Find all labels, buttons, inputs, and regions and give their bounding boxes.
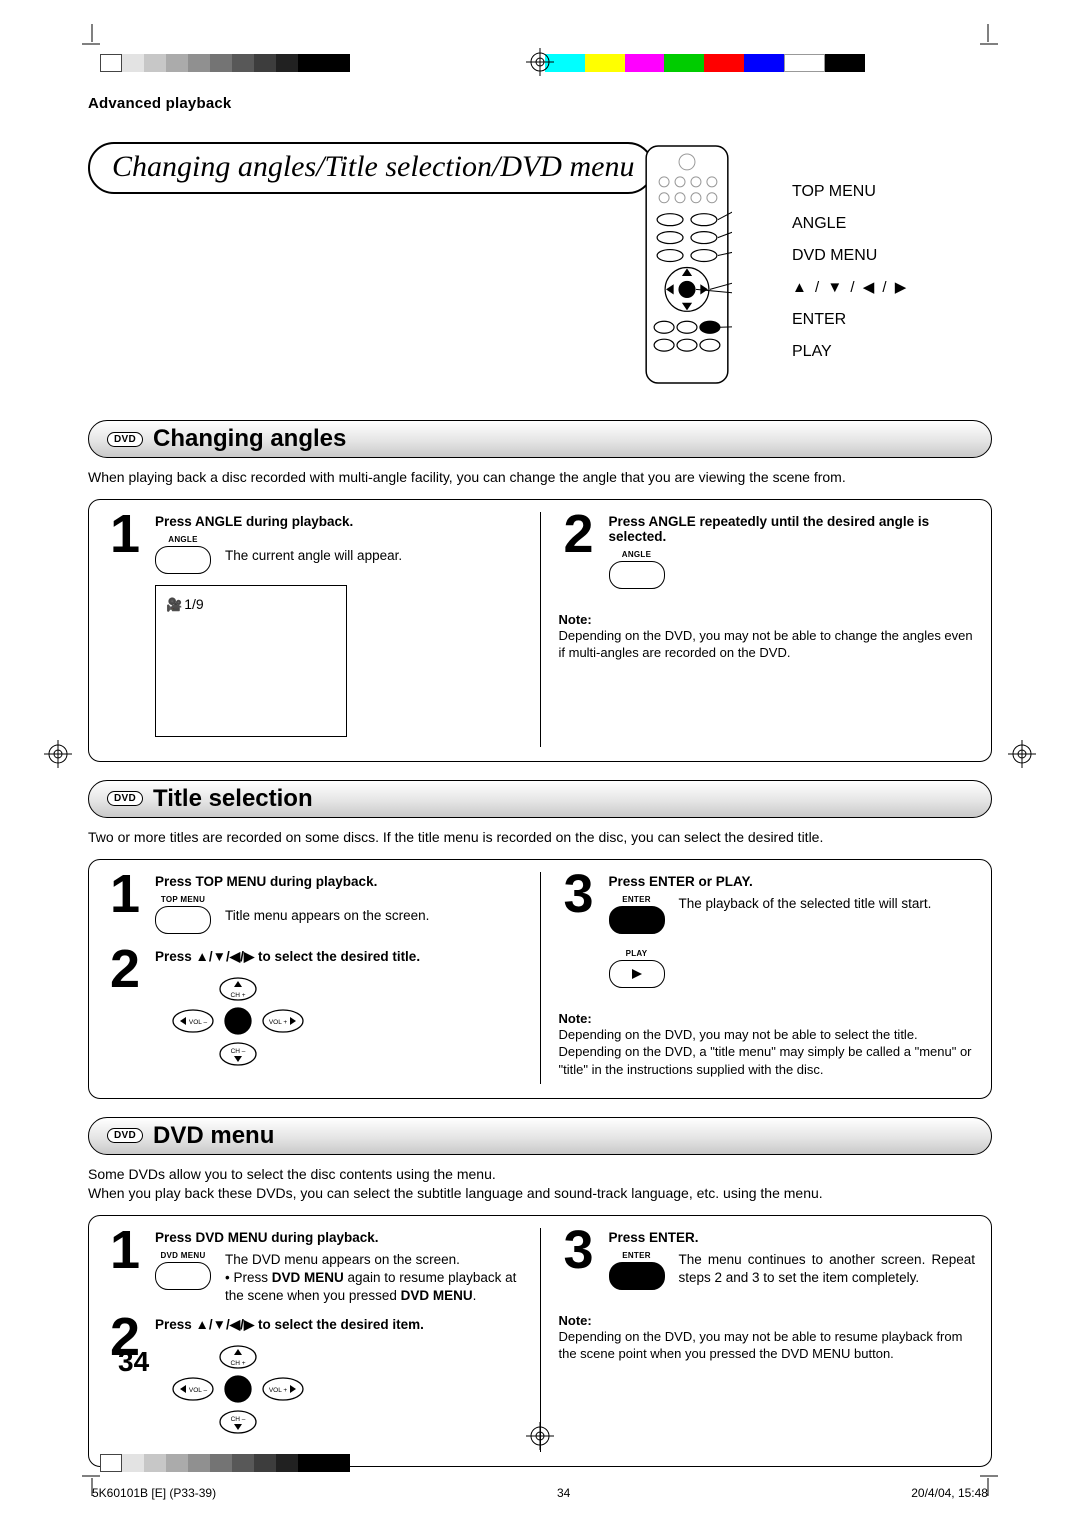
step-number: 3 xyxy=(559,1228,599,1293)
footer-page: 34 xyxy=(557,1486,570,1500)
dpad-icon: CH + CH – VOL – VOL + xyxy=(163,1337,313,1442)
section-title: Title selection xyxy=(153,785,313,813)
section-heading: DVD Title selection xyxy=(88,780,992,818)
step-number: 2 xyxy=(105,1315,145,1442)
step-text: The playback of the selected title will … xyxy=(679,895,932,913)
svg-text:CH –: CH – xyxy=(231,1048,246,1055)
step-title: Press TOP MENU during playback. xyxy=(155,874,522,889)
crop-mark-icon xyxy=(980,24,1008,52)
steps-box: 1 Press ANGLE during playback. ANGLE The… xyxy=(88,499,992,762)
section-heading: DVD DVD menu xyxy=(88,1117,992,1155)
enter-button-icon: ENTER xyxy=(609,895,665,937)
page-number: 34 xyxy=(118,1346,149,1378)
registration-mark-icon xyxy=(526,48,554,76)
remote-label: PLAY xyxy=(792,340,908,364)
on-screen-display: 1/9 xyxy=(155,585,347,737)
footer-timestamp: 20/4/04, 15:48 xyxy=(911,1486,988,1500)
note-heading: Note: xyxy=(559,1313,976,1328)
crop-mark-icon xyxy=(72,24,100,52)
color-swatch xyxy=(545,54,865,72)
angle-button-icon: ANGLE xyxy=(609,550,665,592)
section-heading: DVD Changing angles xyxy=(88,420,992,458)
svg-text:CH +: CH + xyxy=(231,992,246,999)
step-title: Press ANGLE repeatedly until the desired… xyxy=(609,514,976,544)
section-title: DVD menu xyxy=(153,1122,274,1150)
remote-label: TOP MENU xyxy=(792,180,908,204)
step-text: Title menu appears on the screen. xyxy=(225,907,429,925)
note-heading: Note: xyxy=(559,1011,976,1026)
step-title: Press ENTER. xyxy=(609,1230,976,1245)
remote-label: DVD MENU xyxy=(792,244,908,268)
svg-text:CH –: CH – xyxy=(231,1416,246,1423)
remote-label: ENTER xyxy=(792,308,908,332)
remote-control-icon xyxy=(642,142,732,387)
print-footer: 5K60101B [E] (P33-39) 34 20/4/04, 15:48 xyxy=(92,1486,988,1500)
enter-button-icon: ENTER xyxy=(609,1251,665,1293)
step-text: The DVD menu appears on the screen. • Pr… xyxy=(225,1251,522,1306)
grayscale-swatch xyxy=(100,54,350,72)
svg-text:VOL –: VOL – xyxy=(189,1387,208,1394)
step-number: 3 xyxy=(559,872,599,991)
section-intro: Two or more titles are recorded on some … xyxy=(88,828,992,847)
step-number: 1 xyxy=(105,1228,145,1306)
svg-text:VOL +: VOL + xyxy=(269,1019,288,1026)
svg-text:CH +: CH + xyxy=(231,1360,246,1367)
dvd-badge: DVD xyxy=(107,791,143,806)
step-title: Press DVD MENU during playback. xyxy=(155,1230,522,1245)
steps-box: 1 Press TOP MENU during playback. TOP ME… xyxy=(88,859,992,1099)
step-title: Press ENTER or PLAY. xyxy=(609,874,976,889)
note-text: Depending on the DVD, you may not be abl… xyxy=(559,1026,976,1079)
section-dvd-menu: DVD DVD menu Some DVDs allow you to sele… xyxy=(88,1117,992,1467)
section-title: Changing angles xyxy=(153,425,346,453)
step-text: The current angle will appear. xyxy=(225,547,402,565)
remote-label: ▲ / ▼ / ◀ / ▶ xyxy=(792,276,908,300)
note-text: Depending on the DVD, you may not be abl… xyxy=(559,1328,976,1363)
angle-button-icon: ANGLE xyxy=(155,535,211,577)
step-number: 1 xyxy=(105,512,145,737)
step-number: 2 xyxy=(559,512,599,592)
note-heading: Note: xyxy=(559,612,976,627)
step-number: 1 xyxy=(105,872,145,937)
section-changing-angles: DVD Changing angles When playing back a … xyxy=(88,420,992,762)
grayscale-swatch xyxy=(100,1454,350,1472)
steps-box: 1 Press DVD MENU during playback. DVD ME… xyxy=(88,1215,992,1468)
registration-mark-icon xyxy=(44,740,72,768)
svg-text:VOL –: VOL – xyxy=(189,1019,208,1026)
page-content: Advanced playback Changing angles/Title … xyxy=(88,95,992,1428)
footer-filename: 5K60101B [E] (P33-39) xyxy=(92,1486,216,1500)
angle-indicator: 1/9 xyxy=(166,596,204,613)
dvd-menu-button-icon: DVD MENU xyxy=(155,1251,211,1293)
registration-mark-icon xyxy=(1008,740,1036,768)
page-title: Changing angles/Title selection/DVD menu xyxy=(88,142,654,194)
section-intro: Some DVDs allow you to select the disc c… xyxy=(88,1165,992,1203)
step-title: Press ANGLE during playback. xyxy=(155,514,522,529)
section-intro: When playing back a disc recorded with m… xyxy=(88,468,992,487)
step-number: 2 xyxy=(105,947,145,1074)
note-text: Depending on the DVD, you may not be abl… xyxy=(559,627,976,662)
dvd-badge: DVD xyxy=(107,1128,143,1143)
section-title-selection: DVD Title selection Two or more titles a… xyxy=(88,780,992,1099)
svg-text:VOL +: VOL + xyxy=(269,1387,288,1394)
play-button-icon: PLAY xyxy=(609,949,665,991)
step-title: Press ▲/▼/◀/▶ to select the desired titl… xyxy=(155,949,522,965)
section-header: Advanced playback xyxy=(88,95,992,112)
step-text: The menu continues to another screen. Re… xyxy=(679,1251,976,1287)
top-menu-button-icon: TOP MENU xyxy=(155,895,211,937)
dpad-icon: CH + CH – VOL – VOL + xyxy=(163,969,313,1074)
remote-label-list: TOP MENU ANGLE DVD MENU ▲ / ▼ / ◀ / ▶ EN… xyxy=(792,172,908,372)
step-title: Press ▲/▼/◀/▶ to select the desired item… xyxy=(155,1317,522,1333)
remote-label: ANGLE xyxy=(792,212,908,236)
dvd-badge: DVD xyxy=(107,432,143,447)
